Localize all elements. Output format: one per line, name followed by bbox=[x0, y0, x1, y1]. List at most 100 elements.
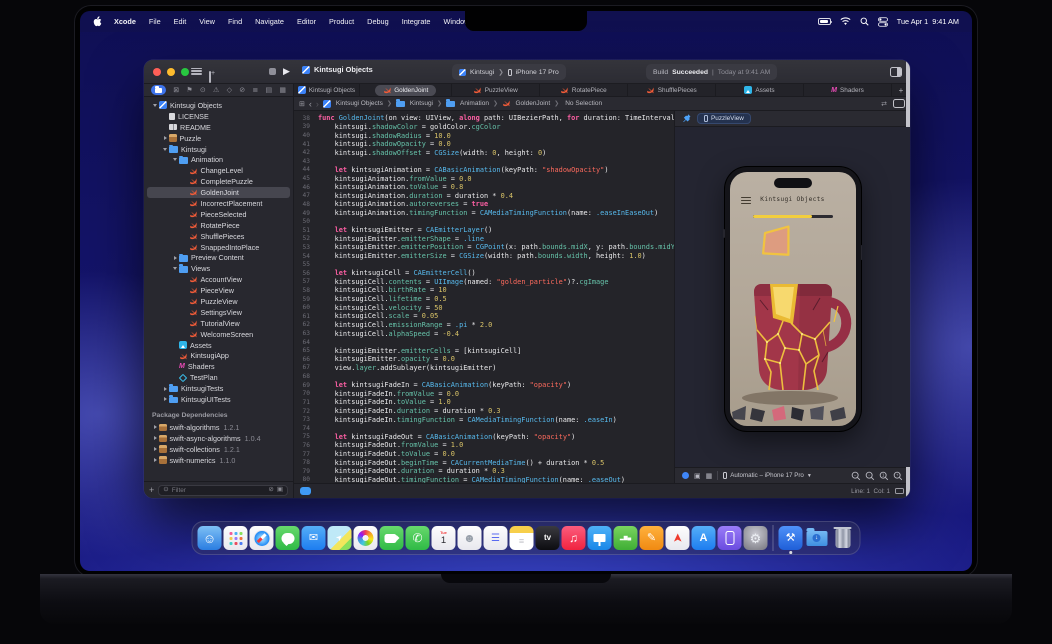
dock-icon-downloads[interactable] bbox=[805, 526, 829, 550]
issues-navigator-icon[interactable]: ⚠ bbox=[213, 87, 219, 94]
add-editor-icon[interactable] bbox=[209, 71, 211, 83]
dock-icon-tv[interactable]: tv bbox=[536, 526, 560, 550]
navigator-row-snappedintoplace[interactable]: SnappedIntoPlace bbox=[147, 242, 290, 253]
navigator-row-puzzle[interactable]: Puzzle bbox=[147, 133, 290, 144]
menu-find[interactable]: Find bbox=[228, 17, 242, 26]
menu-editor[interactable]: Editor bbox=[297, 17, 316, 26]
tab-kintsugi-objects[interactable]: Kintsugi Objects bbox=[294, 84, 360, 96]
variants-icon[interactable]: ▦ bbox=[706, 472, 713, 480]
zoom-fit-icon[interactable]: ▫ bbox=[865, 471, 875, 481]
menu-view[interactable]: View bbox=[199, 17, 215, 26]
dock-icon-calendar[interactable]: Tue1 bbox=[432, 526, 456, 550]
disclosure-triangle[interactable] bbox=[161, 397, 169, 401]
menu-xcode[interactable]: Xcode bbox=[114, 17, 136, 26]
dock-icon-messages[interactable] bbox=[276, 526, 300, 550]
minimize-button[interactable] bbox=[167, 68, 175, 76]
disclosure-triangle[interactable] bbox=[151, 447, 159, 451]
menu-clock[interactable]: Tue Apr 1 9:41 AM bbox=[897, 17, 959, 26]
menu-edit[interactable]: Edit bbox=[174, 17, 187, 26]
forward-button[interactable]: › bbox=[316, 99, 319, 109]
dock-icon-contacts[interactable]: ☻ bbox=[458, 526, 482, 550]
disclosure-triangle[interactable] bbox=[161, 148, 169, 151]
dock-icon-appstore[interactable]: A bbox=[692, 526, 716, 550]
back-button[interactable]: ‹ bbox=[309, 99, 312, 109]
run-button[interactable]: ▶ bbox=[283, 66, 290, 77]
breadcrumb-item[interactable]: Kintsugi Objects bbox=[323, 100, 383, 108]
menu-debug[interactable]: Debug bbox=[367, 17, 389, 26]
navigator-row-animation[interactable]: Animation bbox=[147, 154, 290, 165]
package-row-swift-collections[interactable]: swift-collections1.2.1 bbox=[147, 444, 290, 455]
menu-file[interactable]: File bbox=[149, 17, 161, 26]
navigator-row-shaders[interactable]: MShaders bbox=[147, 361, 290, 372]
disclosure-triangle[interactable] bbox=[151, 425, 159, 429]
tab-goldenjoint[interactable]: GoldenJoint bbox=[360, 84, 452, 96]
iphone-preview[interactable]: Kintsugi Objects bbox=[725, 167, 861, 431]
tab-puzzleview[interactable]: PuzzleView bbox=[452, 84, 540, 96]
navigator-row-readme[interactable]: README bbox=[147, 122, 290, 133]
disclosure-triangle[interactable] bbox=[171, 158, 179, 161]
stop-button[interactable] bbox=[269, 68, 276, 75]
coverage-navigator-icon[interactable]: ⊘ bbox=[239, 87, 245, 94]
navigator-row-testplan[interactable]: TestPlan bbox=[147, 372, 290, 383]
dock-icon-reminders[interactable]: ☰ bbox=[484, 526, 508, 550]
dock-icon-xcode[interactable]: ⚒ bbox=[779, 526, 803, 550]
live-preview-button[interactable] bbox=[682, 472, 689, 479]
navigator-row-pieceselected[interactable]: PieceSelected bbox=[147, 209, 290, 220]
scheme-selector[interactable]: Kintsugi ❯ iPhone 17 Pro bbox=[452, 64, 566, 80]
window-titlebar[interactable]: ▶ Kintsugi Objects Kintsugi ❯ iPhone 17 … bbox=[144, 60, 910, 84]
menu-product[interactable]: Product bbox=[329, 17, 354, 26]
navigator-row-license[interactable]: LICENSE bbox=[147, 111, 290, 122]
debug-navigator-icon[interactable]: ≣ bbox=[252, 87, 258, 94]
dock-icon-maps[interactable]: ➤ bbox=[328, 526, 352, 550]
dock-icon-rocket[interactable]: ➤ bbox=[666, 526, 690, 550]
battery-icon[interactable] bbox=[818, 18, 831, 25]
dock-icon-mail[interactable]: ✉ bbox=[302, 526, 326, 550]
breadcrumb-item[interactable]: No Selection bbox=[563, 100, 602, 107]
recent-filter-icon[interactable]: ⊘ bbox=[268, 487, 273, 494]
spotlight-search-icon[interactable] bbox=[860, 17, 869, 26]
navigator-row-assets[interactable]: Assets bbox=[147, 340, 290, 351]
disclosure-triangle[interactable] bbox=[161, 387, 169, 391]
hamburger-menu-icon[interactable] bbox=[741, 197, 751, 204]
disclosure-triangle[interactable] bbox=[151, 436, 159, 440]
find-navigator-icon[interactable]: ⊙ bbox=[200, 87, 206, 94]
menu-integrate[interactable]: Integrate bbox=[402, 17, 431, 26]
dock-icon-phone[interactable]: ✆ bbox=[406, 526, 430, 550]
preview-canvas[interactable]: Kintsugi Objects bbox=[675, 127, 910, 467]
disclosure-triangle[interactable] bbox=[151, 458, 159, 462]
navigator-row-changelevel[interactable]: ChangeLevel bbox=[147, 165, 290, 176]
selectable-mode-icon[interactable]: ▣ bbox=[694, 472, 701, 480]
tab-shaders[interactable]: MShaders bbox=[804, 84, 892, 96]
zoom-out-icon[interactable]: − bbox=[851, 471, 861, 481]
close-button[interactable] bbox=[153, 68, 161, 76]
navigator-row-kintsugiuitests[interactable]: KintsugiUITests bbox=[147, 394, 290, 405]
dock-icon-facetime[interactable] bbox=[380, 526, 404, 550]
zoom-actual-icon[interactable]: 1 bbox=[879, 471, 889, 481]
breakpoints-navigator-icon[interactable]: ▤ bbox=[265, 87, 272, 94]
project-navigator-icon[interactable] bbox=[151, 85, 166, 95]
dock-icon-notes[interactable]: ≡ bbox=[510, 526, 534, 550]
activity-status[interactable]: Build Succeeded | Today at 9:41 AM bbox=[646, 64, 777, 80]
navigator-row-incorrectplacement[interactable]: IncorrectPlacement bbox=[147, 198, 290, 209]
editor-options-icon[interactable] bbox=[895, 488, 904, 495]
navigator-row-welcomescreen[interactable]: WelcomeScreen bbox=[147, 329, 290, 340]
apple-menu-icon[interactable] bbox=[93, 16, 102, 27]
source-code-editor[interactable]: 38func GoldenJoint(on view: UIView, alon… bbox=[294, 111, 674, 483]
navigator-row-accountview[interactable]: AccountView bbox=[147, 274, 290, 285]
source-control-navigator-icon[interactable]: ⊠ bbox=[173, 87, 179, 94]
breadcrumb-item[interactable]: Kintsugi bbox=[396, 100, 433, 108]
filter-field[interactable]: ⊙ ⊘ ▣ bbox=[158, 485, 288, 496]
wifi-icon[interactable] bbox=[840, 17, 851, 26]
navigator-row-shufflepieces[interactable]: ShufflePieces bbox=[147, 231, 290, 242]
add-file-button[interactable]: + bbox=[149, 485, 154, 495]
navigator-row-kintsugi-objects[interactable]: Kintsugi Objects bbox=[147, 100, 290, 111]
dock-icon-launchpad[interactable] bbox=[224, 526, 248, 550]
zoom-in-icon[interactable]: + bbox=[893, 471, 903, 481]
navigator-row-goldenjoint[interactable]: GoldenJoint bbox=[147, 187, 290, 198]
scm-filter-icon[interactable]: ▣ bbox=[277, 487, 283, 494]
dock-icon-safari[interactable] bbox=[250, 526, 274, 550]
disclosure-triangle[interactable] bbox=[171, 267, 179, 270]
navigator-row-kintsugi[interactable]: Kintsugi bbox=[147, 144, 290, 155]
breadcrumb[interactable]: Kintsugi Objects❯Kintsugi❯Animation❯Gold… bbox=[323, 99, 602, 108]
project-navigator-tree[interactable]: Kintsugi ObjectsLICENSEREADMEPuzzleKints… bbox=[144, 97, 293, 481]
